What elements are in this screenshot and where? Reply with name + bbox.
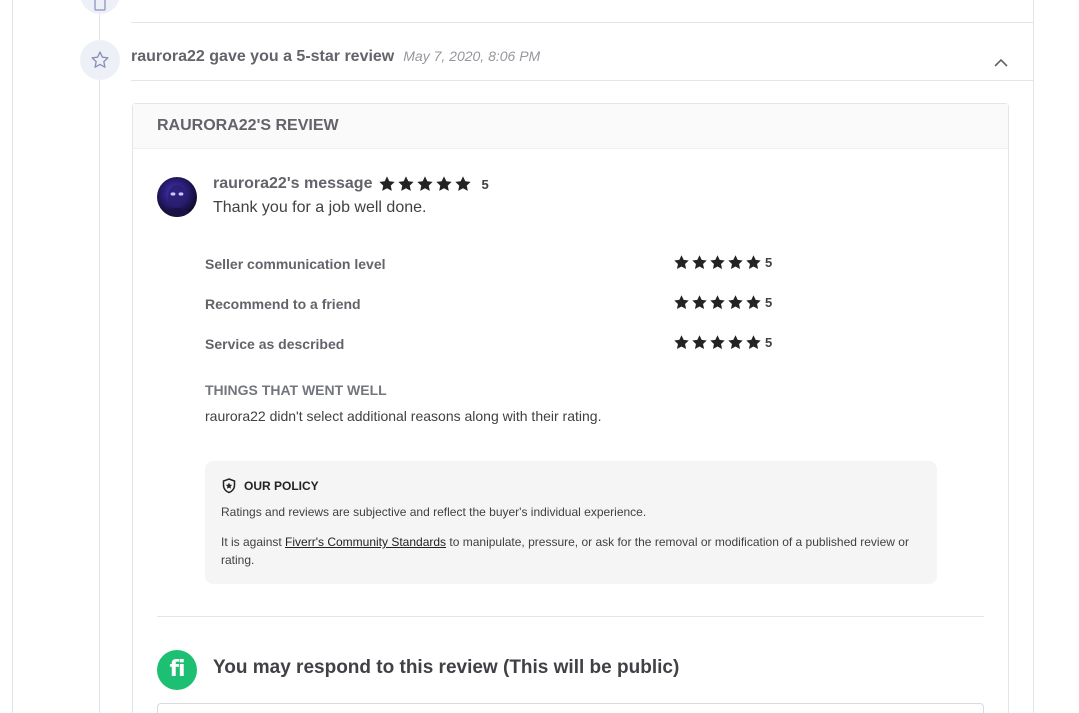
document-icon xyxy=(94,0,106,11)
star-icon xyxy=(710,255,725,270)
timeline-line xyxy=(99,0,100,713)
policy-text-before: It is against xyxy=(221,535,286,549)
policy-title-row: OUR POLICY xyxy=(221,477,921,495)
star-icon xyxy=(728,335,743,350)
rating-score: 5 xyxy=(765,295,773,310)
respond-title: You may respond to this review (This wil… xyxy=(213,657,680,678)
collapse-button[interactable] xyxy=(992,55,1010,69)
buyer-message-text: Thank you for a job well done. xyxy=(213,199,427,216)
fiverr-logo-text: fi xyxy=(169,656,185,682)
rating-score: 5 xyxy=(765,335,773,350)
star-icon xyxy=(746,255,761,270)
rating-row-communication: Seller communication level 5 xyxy=(205,254,845,274)
star-icon xyxy=(674,295,689,310)
review-event-date: May 7, 2020, 8:06 PM xyxy=(403,48,541,64)
rating-stars xyxy=(673,294,762,311)
rating-stars-group: 5 xyxy=(673,294,772,311)
review-event-divider xyxy=(131,80,1033,81)
review-event-header: raurora22 gave you a 5-star review May 7… xyxy=(131,48,540,70)
rating-row-service: Service as described 5 xyxy=(205,334,845,354)
rating-stars-group: 5 xyxy=(673,334,772,351)
star-icon xyxy=(710,335,725,350)
rating-label: Seller communication level xyxy=(205,256,386,272)
rating-label: Recommend to a friend xyxy=(205,296,361,312)
star-icon xyxy=(398,176,415,191)
chevron-up-icon xyxy=(994,58,1008,67)
star-icon xyxy=(728,295,743,310)
star-icon xyxy=(746,295,761,310)
policy-paragraph-1: Ratings and reviews are subjective and r… xyxy=(221,505,647,519)
review-card-header: RAURORA22'S REVIEW xyxy=(133,104,1008,149)
policy-title: OUR POLICY xyxy=(244,479,319,493)
previous-event-divider xyxy=(131,22,1033,23)
review-event-icon-circle xyxy=(80,40,120,80)
star-icon xyxy=(674,335,689,350)
rating-row-recommend: Recommend to a friend 5 xyxy=(205,294,845,314)
star-icon xyxy=(692,295,707,310)
star-icon xyxy=(417,176,434,191)
rating-label: Service as described xyxy=(205,336,345,352)
fiverr-logo: fi xyxy=(157,650,197,690)
star-icon xyxy=(692,335,707,350)
star-icon xyxy=(692,255,707,270)
review-event-title: raurora22 gave you a 5-star review xyxy=(131,48,395,65)
response-input[interactable] xyxy=(157,703,984,713)
policy-box: OUR POLICY Ratings and reviews are subje… xyxy=(205,461,937,584)
avatar-figure xyxy=(163,185,191,217)
review-card-title: RAURORA22'S REVIEW xyxy=(157,117,339,134)
community-standards-link[interactable]: Fiverr's Community Standards xyxy=(285,535,446,549)
respond-divider xyxy=(157,616,984,617)
star-icon xyxy=(728,255,743,270)
review-card: RAURORA22'S REVIEW raurora22's message 5… xyxy=(132,103,1009,713)
star-icon xyxy=(455,176,472,191)
shield-star-icon xyxy=(222,478,236,494)
star-icon xyxy=(379,176,396,191)
buyer-avatar xyxy=(157,177,197,217)
buyer-message-label: raurora22's message xyxy=(213,175,373,192)
rating-score: 5 xyxy=(765,255,773,270)
star-icon xyxy=(674,255,689,270)
star-outline-icon xyxy=(91,51,109,68)
star-icon xyxy=(710,295,725,310)
overall-rating-stars xyxy=(378,175,472,193)
rating-stars xyxy=(673,334,762,351)
went-well-title: THINGS THAT WENT WELL xyxy=(205,382,387,398)
rating-stars-group: 5 xyxy=(673,254,772,271)
star-icon xyxy=(746,335,761,350)
star-icon xyxy=(436,176,453,191)
overall-rating-score: 5 xyxy=(481,176,489,192)
policy-paragraph-2: It is against Fiverr's Community Standar… xyxy=(221,533,921,569)
rating-stars xyxy=(673,254,762,271)
went-well-text: raurora22 didn't select additional reaso… xyxy=(205,408,602,424)
buyer-message-line: raurora22's message 5 xyxy=(213,174,489,194)
